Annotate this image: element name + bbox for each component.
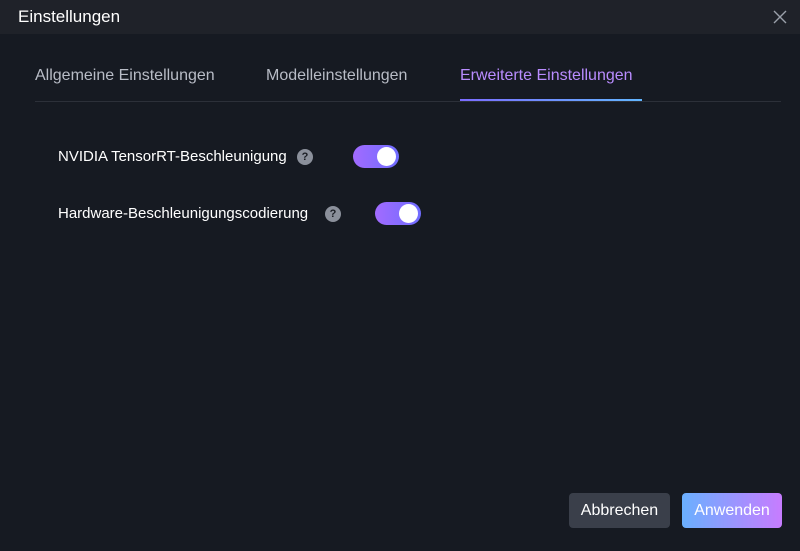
help-icon[interactable]: ? [325, 206, 341, 222]
dialog-title: Einstellungen [18, 7, 121, 26]
cancel-button[interactable]: Abbrechen [569, 493, 670, 528]
apply-button[interactable]: Anwenden [682, 493, 782, 528]
settings-dialog: Einstellungen Allgemeine Einstellungen M… [0, 0, 800, 551]
close-icon[interactable] [772, 9, 788, 25]
help-icon[interactable]: ? [297, 149, 313, 165]
tab-general-settings[interactable]: Allgemeine Einstellungen [35, 66, 215, 86]
tab-advanced-settings[interactable]: Erweiterte Einstellungen [460, 66, 633, 86]
toggle-knob [377, 147, 396, 166]
hardware-encoding-label: Hardware-Beschleunigungscodierung [58, 205, 309, 222]
active-tab-indicator [460, 99, 642, 101]
hardware-encoding-toggle[interactable] [375, 202, 421, 225]
tensorrt-label: NVIDIA TensorRT-Beschleunigung [58, 148, 287, 165]
tab-bar: Allgemeine Einstellungen Modelleinstellu… [35, 56, 781, 102]
toggle-knob [399, 204, 418, 223]
titlebar: Einstellungen [0, 0, 800, 34]
tab-model-settings[interactable]: Modelleinstellungen [266, 66, 407, 86]
tensorrt-toggle[interactable] [353, 145, 399, 168]
